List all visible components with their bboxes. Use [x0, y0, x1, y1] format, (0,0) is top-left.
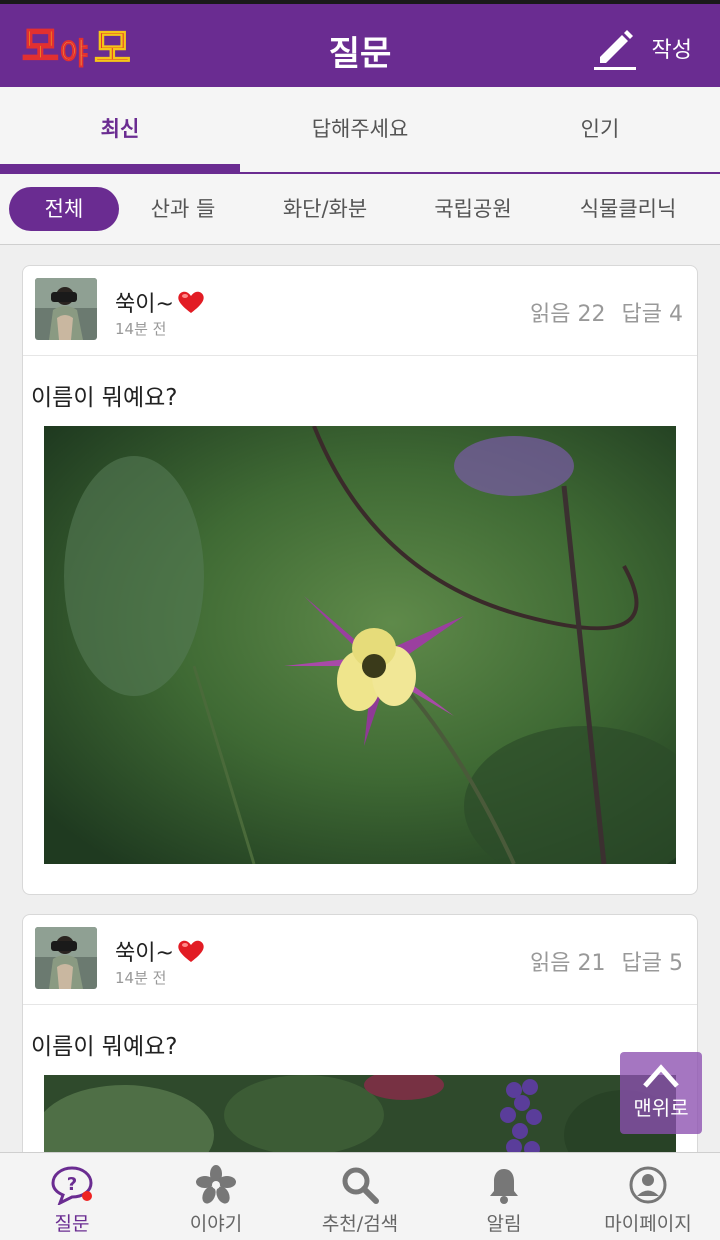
post-title: 이름이 뭐예요?: [31, 1034, 178, 1060]
tab-popular[interactable]: 인기: [480, 87, 720, 172]
post-stats: 읽음 22 답글 4: [530, 296, 683, 328]
post-card[interactable]: 쑥이~ 14분 전 읽음 21 답글 5 이름이 뭐예요?: [22, 914, 698, 1152]
post-photo[interactable]: [44, 426, 676, 864]
app-header: 모 야 모 질문 작성: [0, 0, 720, 87]
avatar[interactable]: [35, 278, 97, 340]
scroll-to-top-button[interactable]: 맨위로: [620, 1052, 702, 1134]
heart-icon: [178, 940, 204, 962]
category-mountains-fields[interactable]: 산과 들: [119, 187, 247, 231]
nav-story[interactable]: 이야기: [144, 1153, 288, 1240]
heart-icon: [178, 291, 204, 313]
bottom-navigation: ? 질문 이야기 추천/검색 알림 마이페이지: [0, 1152, 720, 1240]
post-author[interactable]: 쑥이~: [115, 935, 205, 967]
reply-count: 답글 4: [621, 302, 683, 327]
notification-dot: [82, 1191, 92, 1201]
post-card[interactable]: 쑥이~ 14분 전 읽음 22 답글 4 이름이 뭐예요?: [22, 265, 698, 895]
read-count: 읽음 21: [530, 951, 606, 976]
category-garden-pots[interactable]: 화단/화분: [247, 187, 403, 231]
nav-mypage-label: 마이페이지: [604, 1213, 692, 1235]
flower-icon: [196, 1165, 236, 1204]
post-header: 쑥이~ 14분 전 읽음 22 답글 4: [23, 266, 697, 356]
reply-count: 답글 5: [621, 951, 683, 976]
profile-icon: [629, 1166, 667, 1204]
category-plant-clinic[interactable]: 식물클리닉: [543, 187, 713, 231]
nav-notifications-label: 알림: [486, 1213, 522, 1235]
tab-latest[interactable]: 최신: [0, 87, 240, 172]
nav-question[interactable]: ? 질문: [0, 1153, 144, 1240]
write-button[interactable]: 작성: [592, 24, 692, 72]
author-name: 쑥이~: [115, 941, 174, 966]
nav-search-label: 추천/검색: [321, 1213, 399, 1235]
post-title: 이름이 뭐예요?: [31, 385, 178, 411]
author-name: 쑥이~: [115, 292, 174, 317]
nav-question-label: 질문: [54, 1213, 90, 1235]
post-stats: 읽음 21 답글 5: [530, 945, 683, 977]
feed-tabs: 최신 답해주세요 인기: [0, 87, 720, 174]
category-all[interactable]: 전체: [9, 187, 119, 231]
nav-notifications[interactable]: 알림: [432, 1153, 576, 1240]
post-time: 14분 전: [115, 320, 167, 338]
tab-please-answer[interactable]: 답해주세요: [240, 87, 480, 172]
post-feed[interactable]: 쑥이~ 14분 전 읽음 22 답글 4 이름이 뭐예요? 쑥이~ 14분 전 …: [0, 245, 720, 1152]
post-time: 14분 전: [115, 969, 167, 987]
bell-icon: [490, 1169, 518, 1204]
svg-text:?: ?: [67, 1174, 77, 1195]
scroll-to-top-label: 맨위로: [633, 1096, 689, 1120]
post-header: 쑥이~ 14분 전 읽음 21 답글 5: [23, 915, 697, 1005]
nav-story-label: 이야기: [189, 1213, 243, 1235]
search-icon: [342, 1167, 379, 1204]
pencil-icon: [593, 30, 636, 70]
write-button-label: 작성: [651, 38, 692, 63]
avatar[interactable]: [35, 927, 97, 989]
app-screen: 모 야 모 질문 작성 최신 답해주세요 인기 전체 산과 들 화단/화분 국립…: [0, 0, 720, 1240]
chevron-up-icon: [643, 1064, 679, 1088]
nav-mypage[interactable]: 마이페이지: [576, 1153, 720, 1240]
post-author[interactable]: 쑥이~: [115, 286, 205, 318]
active-tab-indicator: [0, 164, 240, 172]
nav-search[interactable]: 추천/검색: [288, 1153, 432, 1240]
category-national-parks[interactable]: 국립공원: [403, 187, 543, 231]
post-photo[interactable]: [44, 1075, 676, 1152]
read-count: 읽음 22: [530, 302, 606, 327]
category-filter-bar: 전체 산과 들 화단/화분 국립공원 식물클리닉: [0, 174, 720, 245]
